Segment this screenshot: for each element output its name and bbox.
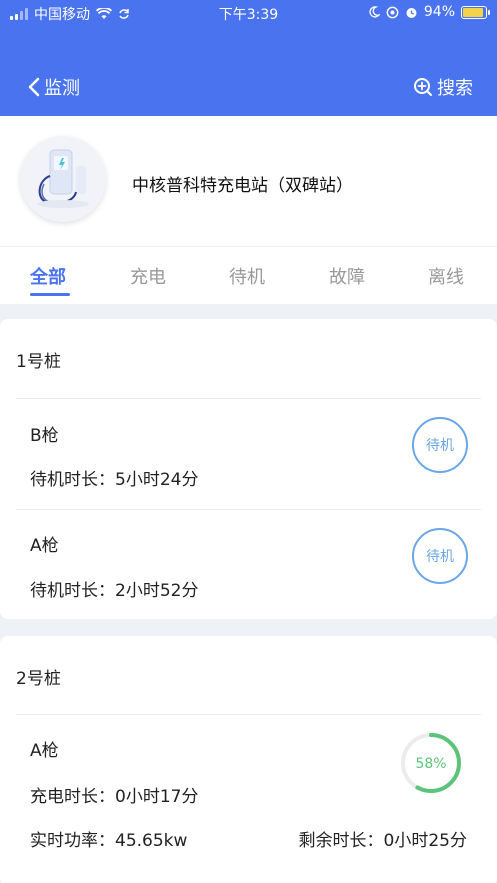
status-badge-idle: 待机 bbox=[412, 417, 468, 473]
tab-idle[interactable]: 待机 bbox=[229, 263, 265, 289]
idle-duration: 待机时长：5小时24分 bbox=[30, 470, 199, 490]
alarm-icon bbox=[406, 7, 417, 18]
tab-offline[interactable]: 离线 bbox=[428, 263, 464, 289]
charge-progress-label: 58% bbox=[415, 756, 446, 772]
station-header: 中核普科特充电站（双碑站） bbox=[0, 116, 497, 246]
realtime-power: 实时功率：45.65kw bbox=[30, 831, 188, 851]
tab-charging[interactable]: 充电 bbox=[130, 263, 166, 289]
gun-name: A枪 bbox=[30, 536, 59, 556]
pile-card: 2号桩 A枪 充电时长：0小时17分 58% 实时功率：45.65kw 剩余时长… bbox=[0, 636, 497, 883]
chevron-left-icon bbox=[28, 77, 40, 97]
battery-percent: 94% bbox=[423, 4, 455, 20]
tab-all[interactable]: 全部 bbox=[30, 263, 66, 289]
tab-fault[interactable]: 故障 bbox=[329, 263, 365, 289]
remaining-time: 剩余时长：0小时25分 bbox=[298, 831, 467, 851]
location-lock-icon bbox=[386, 6, 399, 18]
back-label: 监测 bbox=[44, 78, 80, 99]
status-bar: 中国移动 下午3:39 94% bbox=[0, 0, 497, 26]
back-button[interactable]: 监测 bbox=[28, 74, 80, 100]
charger-station-icon bbox=[20, 136, 106, 222]
station-name: 中核普科特充电站（双碑站） bbox=[132, 176, 353, 196]
nav-bar: 监测 搜索 bbox=[0, 26, 497, 116]
moon-icon bbox=[369, 6, 380, 18]
status-badge-idle: 待机 bbox=[412, 528, 468, 584]
filter-tabs: 全部 充电 待机 故障 离线 bbox=[0, 246, 497, 304]
divider bbox=[16, 398, 481, 399]
pile-title: 2号桩 bbox=[16, 669, 61, 689]
pile-card: 1号桩 B枪 待机时长：5小时24分 待机 A枪 待机时长：2小时52分 待机 bbox=[0, 319, 497, 619]
search-icon bbox=[414, 78, 432, 96]
gun-name: B枪 bbox=[30, 426, 59, 446]
charge-progress-ring: 58% bbox=[401, 733, 461, 793]
idle-duration: 待机时长：2小时52分 bbox=[30, 581, 199, 601]
gun-name: A枪 bbox=[30, 741, 59, 761]
pile-title: 1号桩 bbox=[16, 352, 61, 372]
divider bbox=[16, 509, 481, 510]
divider bbox=[16, 714, 481, 715]
charge-duration: 充电时长：0小时17分 bbox=[30, 787, 199, 807]
active-tab-indicator bbox=[30, 293, 70, 296]
search-button[interactable]: 搜索 bbox=[413, 74, 473, 100]
battery-icon bbox=[461, 5, 490, 19]
search-label: 搜索 bbox=[437, 78, 473, 99]
